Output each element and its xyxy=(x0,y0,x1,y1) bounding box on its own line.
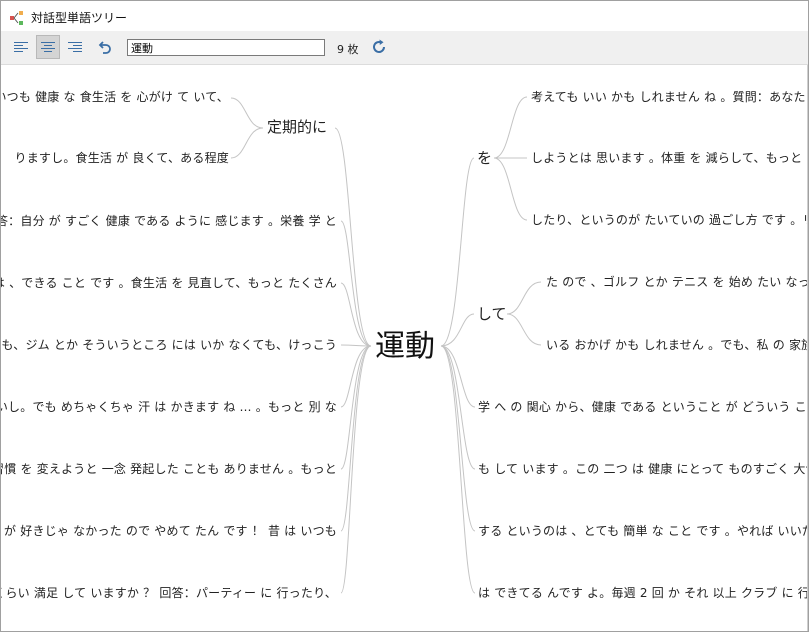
undo-icon xyxy=(98,41,111,54)
connector xyxy=(506,281,542,315)
align-left-icon xyxy=(14,42,28,52)
tree-leaf[interactable]: いる おかげ かも しれません 。でも、私 の 家族 xyxy=(546,338,808,352)
tree-leaf[interactable]: は できてる んです よ。毎週 2 回 か それ 以上 クラブ に 行き xyxy=(478,586,808,600)
match-count: 9 枚 xyxy=(337,43,359,56)
tree-leaf[interactable]: する というのは 、とても 簡単 な こと です 。やれば いいだけ xyxy=(478,524,808,538)
align-left-button[interactable] xyxy=(9,35,33,59)
tree-leaf[interactable]: ないし。でも めちゃくちゃ 汗 は かきます ね … 。もっと 別 な xyxy=(1,400,337,414)
branch-wo[interactable]: を xyxy=(477,149,492,167)
title-bar: 対話型単語ツリー xyxy=(1,1,808,31)
connector xyxy=(334,127,372,347)
undo-button[interactable] xyxy=(93,35,117,59)
tree-leaf[interactable]: 。でも、ジム とか そういうところ には いか なくても、けっこう xyxy=(1,338,337,352)
tree-leaf[interactable]: とは 、できる こと です 。食生活 を 見直して、もっと たくさん xyxy=(1,276,337,290)
window-title: 対話型単語ツリー xyxy=(31,11,128,25)
tree-leaf[interactable]: いつも 健康 な 食生活 を 心がけ て いて、 xyxy=(1,90,229,104)
connector xyxy=(440,345,476,408)
canvas-edge xyxy=(807,65,808,631)
tree-leaf[interactable]: も して います 。この 二つ は 健康 にとって ものすごく 大切な xyxy=(478,462,808,476)
connector xyxy=(340,282,372,347)
app-window: 対話型単語ツリー 9 枚 xyxy=(0,0,809,632)
word-tree-app-icon xyxy=(10,10,24,25)
tree-leaf[interactable]: 学 へ の 関心 から、健康 である ということ が どういう ことか xyxy=(478,400,808,414)
connector xyxy=(440,345,476,594)
connector xyxy=(230,97,264,129)
connector xyxy=(493,157,528,221)
tree-leaf[interactable]: 運 が 好きじゃ なかった ので やめて たん です ！ 昔 は いつも xyxy=(1,524,337,538)
tree-leaf[interactable]: 答：自分 が すごく 健康 である ように 感じます 。栄養 学 と xyxy=(1,214,337,228)
connector xyxy=(440,157,475,347)
branch-teikiteki[interactable]: 定期的に xyxy=(267,118,327,136)
tree-leaf[interactable]: りますし。食生活 が 良くて、ある程度 xyxy=(15,151,229,165)
align-center-button[interactable] xyxy=(36,35,60,59)
connector xyxy=(440,345,476,470)
connector xyxy=(230,127,264,159)
align-right-icon xyxy=(68,42,82,52)
word-tree-canvas: 運動 定期的に いつも 健康 な 食生活 を 心がけ て いて、 りますし。食生… xyxy=(1,65,808,631)
connector xyxy=(506,313,542,346)
refresh-button[interactable] xyxy=(367,35,391,59)
tree-leaf[interactable]: た ので 、ゴルフ とか テニス を 始め たい なって 思 xyxy=(546,275,808,289)
align-right-button[interactable] xyxy=(63,35,87,59)
root-word[interactable]: 運動 xyxy=(375,329,435,365)
toolbar: 9 枚 xyxy=(1,31,808,65)
tree-leaf[interactable]: したり、というのが たいていの 過ごし方 です 。リラ xyxy=(531,213,808,227)
tree-leaf[interactable]: 考えても いい かも しれません ね 。質問：あなたは xyxy=(531,90,808,104)
align-center-icon xyxy=(41,42,55,52)
tree-leaf[interactable]: 習慣 を 変えようと 一念 発起した ことも ありません 。もっと xyxy=(1,462,337,476)
tree-leaf[interactable]: しようとは 思います 。体重 を 減らして、もっと 元気 xyxy=(531,151,808,165)
connector xyxy=(340,345,372,532)
tree-leaf[interactable]: くらい 満足 して いますか ？ 回答：パーティー に 行ったり、 xyxy=(1,586,337,600)
connector xyxy=(493,96,528,159)
search-input[interactable] xyxy=(127,39,325,56)
refresh-icon xyxy=(373,39,385,53)
branch-shite[interactable]: して xyxy=(477,305,507,323)
